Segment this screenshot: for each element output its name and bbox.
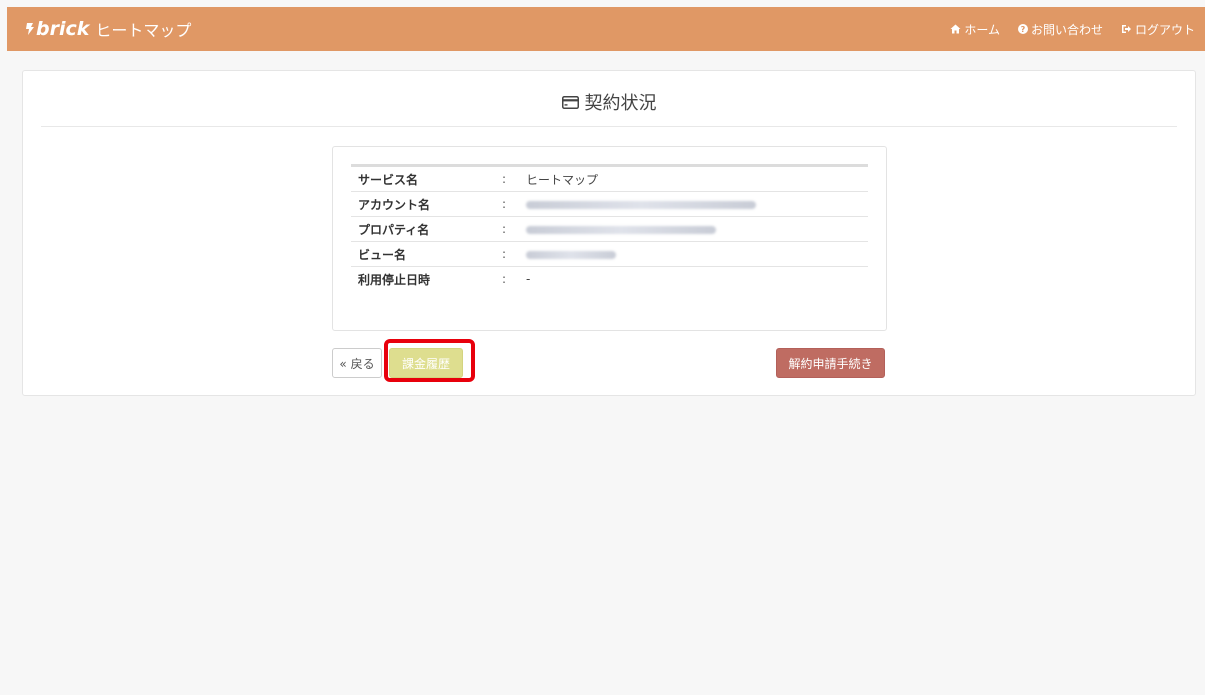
row-label: アカウント名 xyxy=(351,191,502,217)
contract-status-card: 契約状況 サービス名 : ヒートマップ アカウント名 : プロパティ名 : ビュ… xyxy=(22,70,1196,396)
suspension-date-value: - xyxy=(526,272,531,286)
brick-logo-text: brick xyxy=(36,18,90,40)
brick-logo: brick xyxy=(25,18,89,40)
row-label: 利用停止日時 xyxy=(358,272,431,287)
nav-logout-label: ログアウト xyxy=(1134,22,1195,37)
app-name: ヒートマップ xyxy=(95,21,192,40)
back-button[interactable]: « 戻る xyxy=(332,348,382,378)
redacted-value xyxy=(526,200,756,209)
nav-contact-link[interactable]: ? お問い合わせ xyxy=(1017,21,1103,38)
row-label: サービス名 xyxy=(351,165,502,192)
page-title: 契約状況 xyxy=(23,89,1195,115)
home-icon xyxy=(950,24,961,34)
table-row: 利用停止日時 : - xyxy=(351,267,868,292)
cancel-contract-button[interactable]: 解約申請手続き xyxy=(776,348,885,378)
property-name-value xyxy=(526,216,868,242)
table-row: ビュー名 : xyxy=(351,241,868,267)
redacted-value xyxy=(526,225,716,234)
view-name-value xyxy=(526,241,868,267)
top-navbar: brick ヒートマップ ホーム ? お問い合わせ ログアウト xyxy=(7,7,1205,51)
sign-out-icon xyxy=(1121,25,1131,33)
nav-links: ホーム ? お問い合わせ ログアウト xyxy=(950,21,1195,38)
contract-info-table: サービス名 : ヒートマップ アカウント名 : プロパティ名 : ビュー名 : … xyxy=(351,164,868,291)
brick-logo-mark-icon xyxy=(26,23,34,35)
nav-logout-link[interactable]: ログアウト xyxy=(1121,21,1195,38)
billing-history-button[interactable]: 課金履歴 xyxy=(389,348,463,378)
brand[interactable]: brick ヒートマップ xyxy=(25,17,191,41)
row-colon: : xyxy=(502,272,507,286)
account-name-value xyxy=(526,191,868,217)
row-colon: : xyxy=(502,191,526,217)
row-label: ビュー名 xyxy=(351,241,502,267)
service-name-value: ヒートマップ xyxy=(526,165,868,192)
table-row: サービス名 : ヒートマップ xyxy=(351,165,868,192)
svg-text:?: ? xyxy=(1021,25,1026,34)
title-divider xyxy=(41,126,1177,127)
row-colon: : xyxy=(502,241,526,267)
nav-home-label: ホーム xyxy=(964,22,1000,37)
nav-home-link[interactable]: ホーム xyxy=(950,21,1000,38)
row-colon: : xyxy=(502,216,526,242)
contract-info-panel: サービス名 : ヒートマップ アカウント名 : プロパティ名 : ビュー名 : … xyxy=(332,146,887,331)
row-colon: : xyxy=(502,165,526,192)
question-circle-icon: ? xyxy=(1017,24,1028,34)
table-row: プロパティ名 : xyxy=(351,216,868,242)
table-row: アカウント名 : xyxy=(351,191,868,217)
redacted-value xyxy=(526,250,616,259)
credit-card-icon xyxy=(561,95,579,109)
nav-contact-label: お問い合わせ xyxy=(1030,22,1103,37)
row-label: プロパティ名 xyxy=(351,216,502,242)
page-title-text: 契約状況 xyxy=(584,93,657,114)
